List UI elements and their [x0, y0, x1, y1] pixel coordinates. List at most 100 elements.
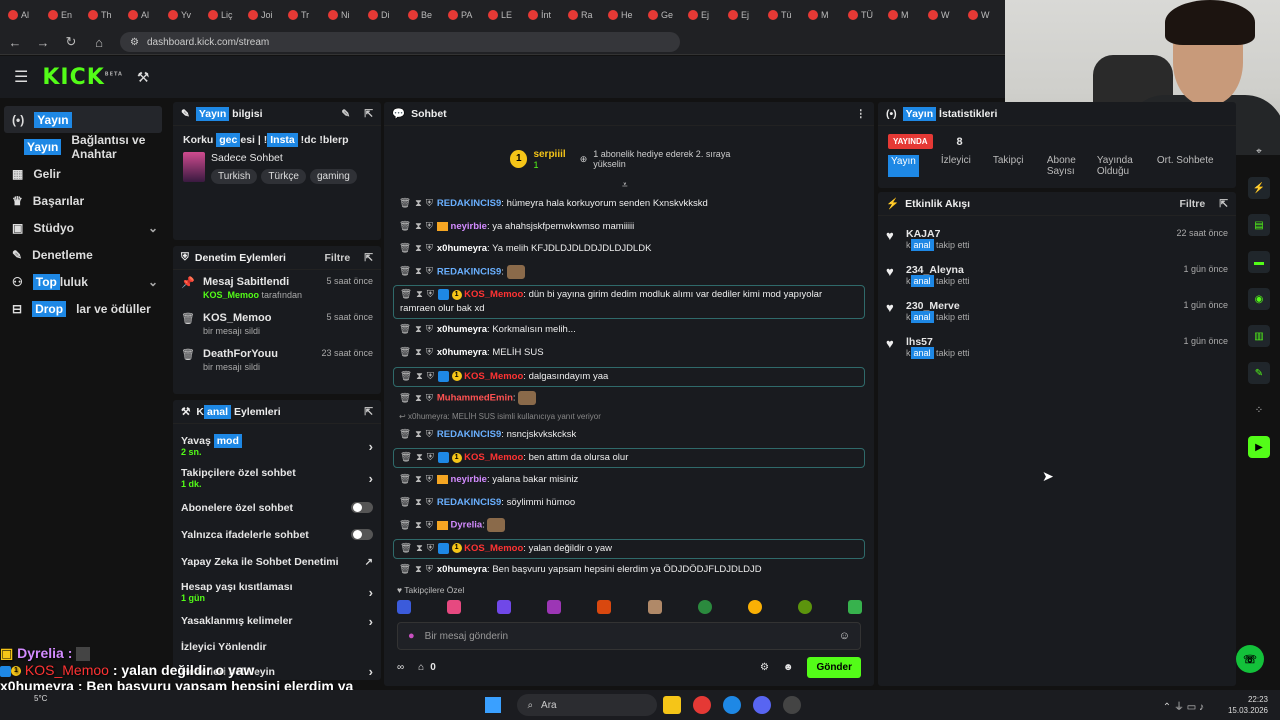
delete-icon[interactable]: 🗑 — [399, 497, 411, 508]
settings-icon[interactable]: ⚙ — [760, 662, 769, 673]
timeout-icon[interactable]: ⧗ — [415, 393, 422, 404]
emote[interactable] — [847, 600, 862, 614]
slow-mode-row[interactable]: Yavaş mod 2 sn. › — [173, 430, 381, 462]
browser-tab[interactable]: W — [924, 3, 962, 27]
timeout-icon[interactable]: ⧗ — [415, 221, 422, 232]
delete-icon[interactable]: 🗑 — [399, 429, 411, 440]
delete-icon[interactable]: 🗑 — [399, 474, 411, 485]
chat-message[interactable]: 🗑 ⧗ ⛨ REDAKINCIS9: — [393, 263, 865, 282]
chat-message[interactable]: 🗑 ⧗ ⛨ REDAKINCIS9: söylimmi hümoo — [393, 494, 865, 512]
chat-username[interactable]: MuhammedEmin — [437, 393, 513, 404]
tray-icons[interactable]: ⌃ ⏚ ▭ ♪ — [1163, 698, 1204, 713]
emote[interactable] — [797, 600, 812, 614]
moderation-user[interactable]: KOS_Memoo — [203, 290, 259, 300]
weather-widget[interactable]: 5°C — [34, 694, 47, 703]
edge-icon[interactable] — [723, 696, 742, 714]
chrome-icon[interactable] — [693, 696, 712, 714]
account-age-row[interactable]: Hesap yaşı kısıtlaması 1 gün › — [173, 576, 381, 608]
delete-icon[interactable]: 🗑 — [399, 324, 411, 335]
taskbar-search[interactable]: ⌕ Ara — [517, 694, 658, 716]
timeout-icon[interactable]: ⧗ — [416, 289, 423, 300]
delete-icon[interactable]: 🗑 — [399, 221, 411, 232]
reload-icon[interactable]: ↻ — [64, 34, 78, 50]
emote[interactable] — [747, 600, 762, 614]
tools-icon[interactable]: ⚒ — [137, 69, 150, 86]
chat-username[interactable]: x0humeyra — [437, 347, 487, 358]
shield-icon[interactable]: ⛨ — [426, 266, 433, 277]
shield-icon[interactable]: ⛨ — [426, 243, 433, 254]
popout-icon[interactable]: ⇱ — [364, 108, 373, 120]
chat-message[interactable]: 🗑 ⧗ ⛨ MuhammedEmin: — [393, 389, 865, 408]
timeout-icon[interactable]: ⧗ — [416, 371, 423, 382]
layout-icon[interactable]: ▥ — [1248, 325, 1270, 347]
nav-basarilar[interactable]: ♛ Başarılar — [0, 187, 170, 214]
chat-username[interactable]: neyirbie — [451, 221, 487, 232]
chat-username[interactable]: x0humeyra — [437, 324, 487, 335]
chat-message[interactable]: 🗑 ⧗ ⛨ neyirbie: ya ahahsjskfpemwkwmso mami… — [393, 218, 865, 236]
chat-username[interactable]: REDAKINCIS9 — [437, 266, 501, 277]
browser-tab[interactable]: Be — [404, 3, 442, 27]
chat-username[interactable]: KOS_Memoo — [464, 452, 523, 463]
chat-message[interactable]: 🗑 ⧗ ⛨ x0humeyra: Korkmalısın melih... — [393, 321, 865, 339]
browser-tab[interactable]: He — [604, 3, 642, 27]
clock[interactable]: 22:23 15.03.2026 — [1228, 694, 1268, 716]
more-icon[interactable]: ⋮ — [856, 108, 867, 120]
chat-icon[interactable]: ▬ — [1248, 251, 1270, 273]
shield-icon[interactable]: ⛨ — [426, 429, 433, 440]
delete-icon[interactable]: 🗑 — [399, 393, 411, 404]
chat-message[interactable]: 🗑 ⧗ ⛨ REDAKINCIS9: hümeyra hala korkuyorum … — [393, 195, 865, 213]
emote[interactable] — [547, 600, 562, 614]
delete-icon[interactable]: 🗑 — [399, 198, 411, 209]
gifter-name[interactable]: serpiiil — [533, 149, 565, 160]
delete-icon[interactable]: 🗑 — [400, 289, 412, 300]
browser-tab[interactable]: W — [964, 3, 1002, 27]
browser-tab[interactable]: Th — [84, 3, 122, 27]
clapper-icon[interactable]: ▶ — [1248, 436, 1270, 458]
browser-tab[interactable]: LE — [484, 3, 522, 27]
chat-message[interactable]: 🗑 ⧗ ⛨ 1 KOS_Memoo: dün bi yayına girim ded… — [393, 285, 865, 320]
site-info-icon[interactable]: ⚙ — [130, 37, 139, 48]
popout-icon[interactable]: ⇱ — [364, 406, 373, 418]
delete-icon[interactable]: 🗑 — [399, 520, 411, 531]
browser-tab[interactable]: Joi — [244, 3, 282, 27]
forward-icon[interactable]: → — [36, 35, 50, 50]
timeout-icon[interactable]: ⧗ — [415, 474, 422, 485]
chat-username[interactable]: REDAKINCIS9 — [437, 429, 501, 440]
browser-tab[interactable]: İnt — [524, 3, 562, 27]
broadcast-icon[interactable]: ◉ — [1248, 288, 1270, 310]
timeout-icon[interactable]: ⧗ — [415, 564, 422, 575]
emote-picker-icon[interactable]: ☻ — [783, 662, 794, 673]
chat-message[interactable]: 🗑 ⧗ ⛨ neyirbie: yalana bakar misiniz — [393, 471, 865, 489]
bolt-icon[interactable]: ⚡ — [1248, 177, 1270, 199]
shield-icon[interactable]: ⛨ — [427, 452, 434, 463]
mic-icon[interactable]: ● — [408, 630, 415, 642]
timeout-icon[interactable]: ⧗ — [415, 347, 422, 358]
subscribers-only-toggle[interactable] — [351, 502, 373, 513]
emote[interactable] — [447, 600, 462, 614]
emote[interactable] — [647, 600, 662, 614]
delete-icon[interactable]: 🗑 — [399, 243, 411, 254]
shield-icon[interactable]: ⛨ — [426, 520, 433, 531]
emote[interactable] — [497, 600, 512, 614]
support-icon[interactable]: ☏ — [1236, 645, 1264, 673]
browser-tab[interactable]: Ge — [644, 3, 682, 27]
moderation-item-name[interactable]: DeathForYouu — [203, 348, 278, 360]
chat-username[interactable]: x0humeyra — [437, 564, 487, 575]
chat-message[interactable]: 🗑 ⧗ ⛨ 1 KOS_Memoo: dalgasındayım yaa — [393, 366, 865, 387]
browser-tab[interactable]: Al — [4, 3, 42, 27]
shield-icon[interactable]: ⛨ — [427, 543, 434, 554]
chat-message[interactable]: 🗑 ⧗ ⛨ REDAKINCIS9: nsncjskvkskcksk — [393, 426, 865, 444]
browser-tab[interactable]: Tr — [284, 3, 322, 27]
chat-divider-icon[interactable]: ⩡ — [622, 180, 628, 191]
chat-message[interactable]: 🗑 ⧗ ⛨ x0humeyra: Ben başvuru yapsam hepsini… — [393, 561, 865, 579]
timeout-icon[interactable]: ⧗ — [415, 520, 422, 531]
timeout-icon[interactable]: ⧗ — [415, 429, 422, 440]
nav-yayin[interactable]: (•) Yayın — [4, 106, 162, 133]
chat-message[interactable]: 🗑 ⧗ ⛨ 1 KOS_Memoo: yalan değildir o yaw — [393, 538, 865, 559]
explorer-icon[interactable] — [663, 696, 682, 714]
browser-tab[interactable]: Liç — [204, 3, 242, 27]
timeout-icon[interactable]: ⧗ — [415, 324, 422, 335]
chat-username[interactable]: REDAKINCIS9 — [437, 198, 501, 209]
shield-icon[interactable]: ⛨ — [426, 347, 433, 358]
nav-topluluk[interactable]: ⚇ Top luluk ⌄ — [0, 268, 170, 295]
